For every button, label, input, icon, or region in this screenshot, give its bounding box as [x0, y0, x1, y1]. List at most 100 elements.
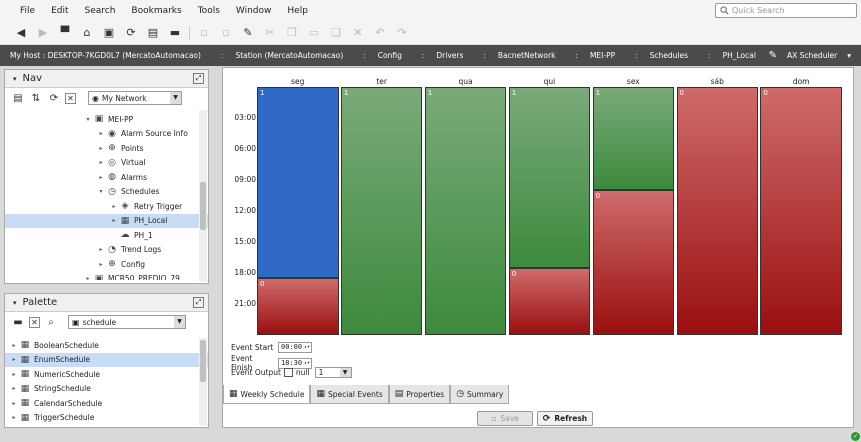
- find-icon[interactable]: ⌕: [44, 315, 58, 329]
- day-column[interactable]: 1: [340, 87, 423, 335]
- sync-icon[interactable]: ⇅: [29, 91, 43, 105]
- crumb-drivers[interactable]: Drivers: [412, 51, 474, 60]
- expand-icon[interactable]: ▾: [96, 188, 106, 195]
- menu-tools[interactable]: Tools: [190, 6, 228, 16]
- maximize-icon[interactable]: ⤢: [193, 73, 204, 84]
- expand-icon[interactable]: ▸: [9, 400, 19, 407]
- expand-icon[interactable]: ▸: [9, 385, 19, 392]
- schedule-event-block[interactable]: 1: [340, 87, 423, 335]
- nav-scroll-thumb[interactable]: [200, 182, 206, 230]
- quick-search-input[interactable]: Quick Search: [715, 3, 857, 18]
- chevron-down-icon[interactable]: ▼: [170, 92, 181, 104]
- close-icon[interactable]: ✕: [29, 316, 40, 328]
- nav-tree-item[interactable]: ☁ PH_1: [5, 228, 208, 243]
- forward-arrow-icon[interactable]: ▶: [32, 24, 54, 42]
- palette-scroll-thumb[interactable]: [200, 340, 206, 382]
- tab-summary[interactable]: ◷ Summary: [450, 385, 510, 404]
- nav-tree-item[interactable]: ▸ ⊕ Config: [5, 257, 208, 272]
- event-start-input[interactable]: 00:00 ▴▾: [278, 342, 312, 353]
- menu-edit[interactable]: Edit: [43, 6, 76, 16]
- menu-file[interactable]: File: [12, 6, 43, 16]
- nav-tree-item[interactable]: ▸ ◎ Virtual: [5, 156, 208, 171]
- crumb-mei-pp[interactable]: MEI-PP: [565, 51, 625, 60]
- save-icon[interactable]: ▫: [193, 24, 215, 42]
- redo-icon[interactable]: ↷: [391, 24, 413, 42]
- save-button[interactable]: ▫ Save: [477, 411, 533, 426]
- schedule-event-block[interactable]: 1: [592, 87, 675, 191]
- schedule-event-block[interactable]: 0: [257, 278, 339, 335]
- nav-tree-item[interactable]: ▸ ◔ Trend Logs: [5, 243, 208, 258]
- palette-item[interactable]: ▸ ▦ StringSchedule: [5, 382, 208, 397]
- back-arrow-icon[interactable]: ◀: [10, 24, 32, 42]
- undo-icon[interactable]: ↶: [369, 24, 391, 42]
- view-selector[interactable]: AX Scheduler: [787, 51, 837, 60]
- home-icon[interactable]: ⌂: [76, 24, 98, 42]
- day-column[interactable]: 10: [257, 87, 339, 335]
- chevron-down-icon[interactable]: ▼: [174, 316, 185, 328]
- expand-icon[interactable]: ▸: [109, 217, 119, 224]
- menu-help[interactable]: Help: [279, 6, 316, 16]
- close-icon[interactable]: ✕: [65, 92, 76, 104]
- tab-weekly-schedule[interactable]: ▦ Weekly Schedule: [223, 385, 311, 404]
- expand-icon[interactable]: ▸: [9, 356, 19, 363]
- palette-item[interactable]: ▸ ▦ BooleanSchedule: [5, 338, 208, 353]
- nav-tree-item[interactable]: ▸ ◈ Retry Trigger: [5, 199, 208, 214]
- expand-icon[interactable]: ▸: [83, 275, 93, 280]
- schedule-event-block[interactable]: 0: [760, 87, 842, 335]
- edit-icon[interactable]: ✎: [237, 24, 259, 42]
- nav-scrollbar[interactable]: [199, 110, 207, 282]
- crumb-ph-local[interactable]: PH_Local: [698, 51, 766, 60]
- copy-icon[interactable]: ❐: [281, 24, 303, 42]
- spinner-icon[interactable]: ▴▾: [304, 343, 310, 352]
- schedule-event-block[interactable]: 0: [676, 87, 758, 335]
- palette-item[interactable]: ▸ ▦ EnumSchedule: [5, 352, 208, 367]
- view-dropdown-icon[interactable]: ▾: [847, 51, 851, 60]
- schedule-event-block[interactable]: 1: [257, 87, 339, 279]
- tab-properties[interactable]: ▤ Properties: [388, 385, 451, 404]
- expand-icon[interactable]: ▸: [9, 342, 19, 349]
- delete-icon[interactable]: ✕: [347, 24, 369, 42]
- open-icon[interactable]: ▤: [11, 91, 25, 105]
- nav-tree-item[interactable]: ▸ ▣ MCR50_PREDIO_79: [5, 272, 208, 280]
- crumb-schedules[interactable]: Schedules: [625, 51, 698, 60]
- day-column[interactable]: 0: [760, 87, 842, 335]
- expand-icon[interactable]: ▸: [109, 203, 119, 210]
- pen-icon[interactable]: ✎: [769, 50, 777, 61]
- crumb-bacnet-network[interactable]: BacnetNetwork: [473, 51, 565, 60]
- up-folder-icon[interactable]: ▀: [54, 24, 76, 42]
- day-column[interactable]: 0: [676, 87, 758, 335]
- tab-special-events[interactable]: ▦ Special Events: [310, 385, 389, 404]
- schedule-event-block[interactable]: 0: [592, 190, 675, 335]
- expand-icon[interactable]: ▸: [96, 130, 106, 137]
- schedule-event-block[interactable]: 0: [508, 267, 591, 335]
- day-column[interactable]: 1: [424, 87, 507, 335]
- nav-tree-item[interactable]: ▸ ⊕ Points: [5, 141, 208, 156]
- collapse-icon[interactable]: ▾: [13, 299, 17, 307]
- history-icon[interactable]: ▤: [142, 24, 164, 42]
- paste-icon[interactable]: ▭: [303, 24, 325, 42]
- open-folder-icon[interactable]: ▬: [164, 24, 186, 42]
- day-column[interactable]: 10: [592, 87, 675, 335]
- refresh-icon[interactable]: ⟳: [120, 24, 142, 42]
- null-checkbox[interactable]: [283, 368, 293, 377]
- nav-tree-item[interactable]: ▸ ▦ PH_Local: [5, 213, 208, 228]
- duplicate-icon[interactable]: ❏: [325, 24, 347, 42]
- refresh-button[interactable]: ⟳ Refresh: [537, 411, 593, 426]
- expand-icon[interactable]: ▾: [83, 116, 93, 123]
- schedule-event-block[interactable]: 1: [508, 87, 591, 268]
- nav-tree-item[interactable]: ▾ ◷ Schedules: [5, 185, 208, 200]
- side-bar-icon[interactable]: ▣: [98, 24, 120, 42]
- palette-module-select[interactable]: ▣ schedule ▼: [68, 315, 186, 329]
- schedule-event-block[interactable]: 1: [424, 87, 507, 335]
- chevron-down-icon[interactable]: ▼: [339, 368, 351, 377]
- palette-item[interactable]: ▸ ▦ CalendarSchedule: [5, 396, 208, 411]
- expand-icon[interactable]: ▸: [9, 414, 19, 421]
- palette-scrollbar[interactable]: [199, 338, 207, 426]
- cut-icon[interactable]: ✂: [259, 24, 281, 42]
- expand-icon[interactable]: ▸: [9, 371, 19, 378]
- open-folder-icon[interactable]: ▬: [11, 315, 25, 329]
- menu-search[interactable]: Search: [77, 6, 124, 16]
- expand-icon[interactable]: ▸: [96, 159, 106, 166]
- crumb-config[interactable]: Config: [353, 51, 412, 60]
- nav-tree-item[interactable]: ▸ ◉ Alarm Source Info: [5, 127, 208, 142]
